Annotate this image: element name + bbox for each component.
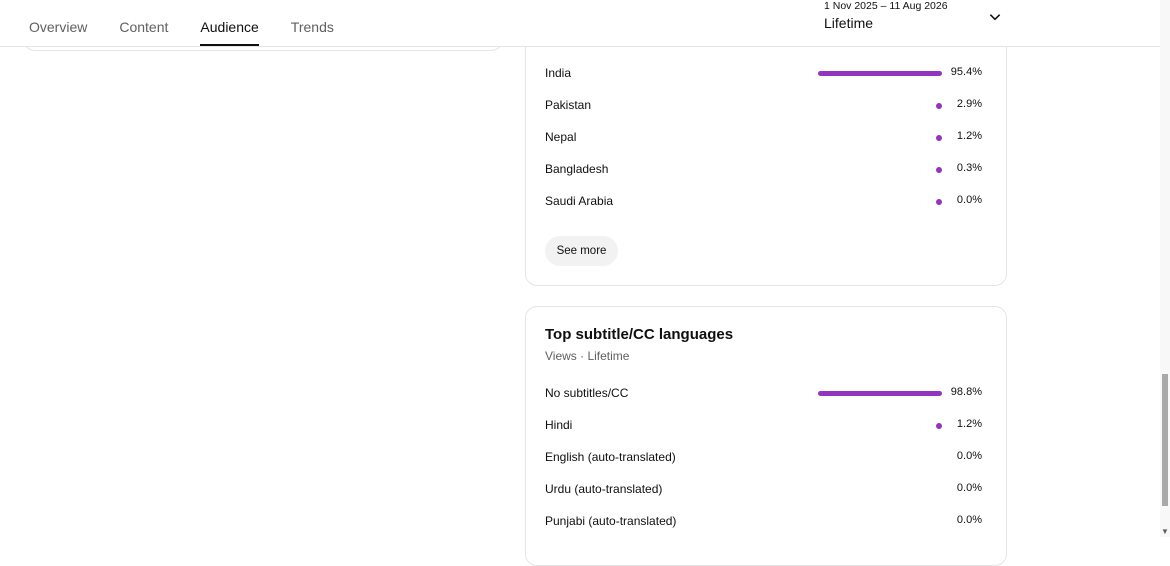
row-label: Nepal [545, 130, 577, 144]
row-value: 98.8% [950, 386, 982, 398]
card-title: Top subtitle/CC languages [545, 326, 734, 343]
value-bar [818, 391, 942, 396]
tab-audience[interactable]: Audience [200, 0, 260, 46]
row-value: 0.0% [956, 450, 982, 462]
row-label: Saudi Arabia [545, 194, 614, 208]
chevron-down-icon [989, 14, 1001, 21]
value-bar [818, 71, 942, 76]
list-item: Hindi 1.2% [545, 416, 982, 436]
card-subtitle: Views · Lifetime [545, 349, 630, 363]
list-item: Punjabi (auto-translated) 0.0% [545, 512, 982, 532]
row-label: Urdu (auto-translated) [545, 482, 663, 496]
see-more-button[interactable]: See more [545, 236, 618, 266]
date-range-picker[interactable]: 1 Nov 2025 – 11 Aug 2026 Lifetime [824, 0, 1008, 44]
list-item: Nepal 1.2% [545, 128, 982, 148]
row-label: India [545, 66, 572, 80]
row-label: Punjabi (auto-translated) [545, 514, 677, 528]
scrollbar-thumb[interactable] [1162, 374, 1168, 506]
row-value: 1.2% [956, 130, 982, 142]
row-value: 95.4% [950, 66, 982, 78]
row-value: 0.3% [956, 162, 982, 174]
list-item: No subtitles/CC 98.8% [545, 384, 982, 404]
tab-trends[interactable]: Trends [291, 0, 334, 46]
list-item: Bangladesh 0.3% [545, 160, 982, 180]
row-label: Hindi [545, 418, 573, 432]
row-value: 2.9% [956, 98, 982, 110]
list-item: Saudi Arabia 0.0% [545, 192, 982, 212]
row-value: 0.0% [956, 514, 982, 526]
row-value: 1.2% [956, 418, 982, 430]
list-item: English (auto-translated) 0.0% [545, 448, 982, 468]
tab-overview[interactable]: Overview [29, 0, 87, 46]
date-range-text: 1 Nov 2025 – 11 Aug 2026 [824, 0, 948, 12]
tab-bar: Overview Content Audience Trends [29, 0, 366, 46]
list-item: Pakistan 2.9% [545, 96, 982, 116]
scroll-down-arrow-icon[interactable]: ▼ [1161, 527, 1169, 536]
list-item: Urdu (auto-translated) 0.0% [545, 480, 982, 500]
row-value: 0.0% [956, 194, 982, 206]
tab-content[interactable]: Content [119, 0, 168, 46]
analytics-header: Overview Content Audience Trends 1 Nov 2… [0, 0, 1160, 47]
list-item: India 95.4% [545, 64, 982, 84]
row-label: No subtitles/CC [545, 386, 629, 400]
subtitle-languages-card: Top subtitle/CC languages Views · Lifeti… [525, 306, 1007, 566]
row-label: Pakistan [545, 98, 592, 112]
date-range-label: Lifetime [824, 15, 874, 31]
row-label: Bangladesh [545, 162, 609, 176]
row-label: English (auto-translated) [545, 450, 676, 464]
row-value: 0.0% [956, 482, 982, 494]
